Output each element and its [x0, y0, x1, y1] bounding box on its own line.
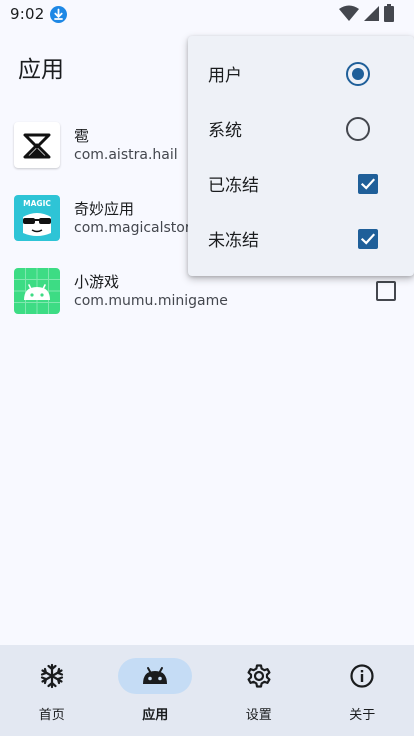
nav-pill	[15, 658, 89, 694]
menu-item-label: 系统	[208, 121, 242, 141]
menu-item-unfrozen[interactable]: 未冻结	[188, 211, 414, 266]
gear-icon	[247, 664, 271, 688]
magic-icon-text: MAGIC	[23, 199, 51, 208]
nav-label: 应用	[142, 708, 169, 723]
nav-item-home[interactable]: 首页	[0, 645, 104, 736]
menu-item-user[interactable]: 用户	[188, 46, 414, 101]
magic-app-icon: MAGIC	[14, 194, 60, 241]
menu-item-label: 已冻结	[208, 176, 259, 196]
nav-item-settings[interactable]: 设置	[207, 645, 311, 736]
app-select-checkbox[interactable]	[376, 280, 396, 301]
info-icon	[350, 664, 374, 688]
app-name: 奇妙应用	[74, 199, 135, 218]
checkbox-checked[interactable]	[358, 228, 378, 249]
check-icon	[360, 177, 376, 190]
status-bar: 9:02	[0, 0, 414, 28]
android-icon	[143, 667, 168, 684]
status-time: 9:02	[10, 5, 45, 23]
app-name: 雹	[74, 126, 90, 145]
nav-pill	[222, 658, 296, 694]
nav-label: 设置	[245, 708, 272, 723]
app-package: com.aistra.hail	[74, 146, 178, 163]
radio-selected[interactable]	[346, 61, 370, 86]
radio-unselected[interactable]	[346, 116, 370, 141]
status-icons	[339, 4, 394, 22]
android-app-icon	[14, 267, 60, 314]
download-icon	[50, 5, 68, 23]
app-package: com.magicalstory	[74, 219, 199, 236]
menu-item-frozen[interactable]: 已冻结	[188, 156, 414, 211]
checkbox-checked[interactable]	[358, 173, 378, 194]
snowflake-icon	[40, 663, 63, 689]
page-title: 应用	[18, 57, 64, 83]
nav-item-apps[interactable]: 应用	[104, 645, 208, 736]
nav-label: 关于	[349, 708, 376, 723]
nav-pill-active	[118, 658, 193, 694]
menu-item-system[interactable]: 系统	[188, 101, 414, 156]
wifi-icon	[339, 5, 359, 21]
app-package: com.mumu.minigame	[74, 292, 228, 309]
menu-item-label: 用户	[208, 66, 242, 86]
cell-signal-icon	[364, 5, 379, 21]
nav-label: 首页	[38, 708, 65, 723]
bottom-nav: 首页 应用 设置 关于	[0, 645, 414, 736]
menu-item-label: 未冻结	[208, 231, 259, 251]
nav-pill	[325, 658, 399, 694]
nav-item-about[interactable]: 关于	[311, 645, 414, 736]
check-icon	[360, 232, 376, 245]
filter-menu: 用户 系统 已冻结 未冻结	[188, 36, 414, 276]
battery-icon	[384, 4, 394, 22]
hail-app-icon	[14, 121, 60, 168]
